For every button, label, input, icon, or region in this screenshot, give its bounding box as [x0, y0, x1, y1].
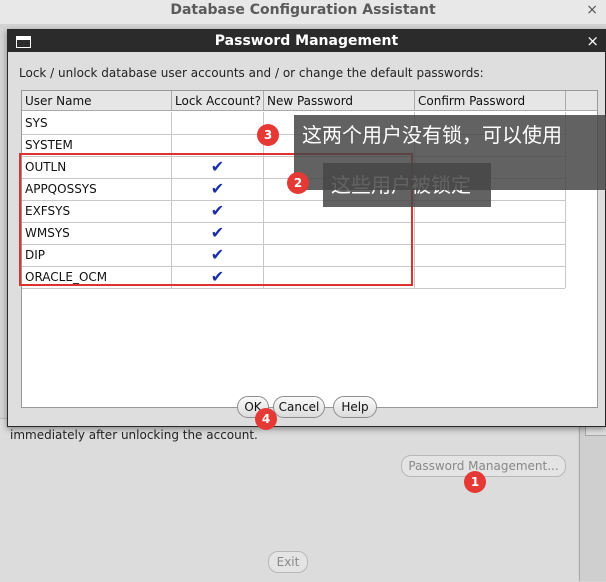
confirm-password-field[interactable]	[415, 266, 566, 288]
column-header-confirm-password[interactable]: Confirm Password	[415, 91, 566, 111]
password-management-button[interactable]: Password Management...	[401, 455, 566, 477]
column-header-new-password[interactable]: New Password	[264, 91, 415, 111]
lock-checkbox[interactable]: ✔	[172, 266, 264, 288]
user-name-cell: OUTLN	[22, 156, 172, 178]
dialog-titlebar: Password Management ×	[8, 30, 605, 52]
badge-3: 3	[257, 124, 279, 146]
password-management-dialog: Password Management × Lock / unlock data…	[7, 29, 606, 427]
new-password-field[interactable]	[264, 266, 415, 288]
user-name-cell: WMSYS	[22, 222, 172, 244]
dialog-instruction: Lock / unlock database user accounts and…	[19, 66, 484, 80]
new-password-field[interactable]	[264, 222, 415, 244]
annotation-unlocked-users: 这两个用户没有锁，可以使用	[294, 115, 606, 190]
lock-checkbox[interactable]	[172, 134, 264, 156]
lock-checkbox[interactable]: ✔	[172, 222, 264, 244]
user-name-cell: DIP	[22, 244, 172, 266]
table-row[interactable]: ORACLE_OCM ✔	[22, 266, 566, 289]
new-password-field[interactable]	[264, 244, 415, 266]
user-name-cell: SYS	[22, 112, 172, 134]
badge-4: 4	[255, 408, 277, 430]
user-name-cell: SYSTEM	[22, 134, 172, 156]
lock-checkbox[interactable]: ✔	[172, 156, 264, 178]
table-row[interactable]: WMSYS ✔	[22, 222, 566, 245]
badge-2: 2	[287, 172, 309, 194]
cancel-button[interactable]: Cancel	[273, 396, 325, 418]
badge-1: 1	[464, 471, 486, 493]
lock-checkbox[interactable]: ✔	[172, 178, 264, 200]
exit-button[interactable]: Exit	[268, 551, 308, 573]
dialog-title: Password Management	[214, 33, 399, 49]
lock-checkbox[interactable]	[172, 112, 264, 134]
table-row[interactable]: DIP ✔	[22, 244, 566, 267]
confirm-password-field[interactable]	[415, 222, 566, 244]
unlock-info-text: immediately after unlocking the account.	[10, 428, 258, 442]
column-header-lock[interactable]: Lock Account?	[172, 91, 264, 111]
user-name-cell: EXFSYS	[22, 200, 172, 222]
lock-checkbox[interactable]: ✔	[172, 244, 264, 266]
app-right-panel	[579, 418, 606, 581]
help-button[interactable]: Help	[333, 396, 377, 418]
lock-checkbox[interactable]: ✔	[172, 200, 264, 222]
user-name-cell: APPQOSSYS	[22, 178, 172, 200]
user-name-cell: ORACLE_OCM	[22, 266, 172, 288]
app-close-icon[interactable]: ×	[586, 2, 598, 18]
column-header-user[interactable]: User Name	[22, 91, 172, 111]
dialog-close-icon[interactable]: ×	[586, 32, 599, 50]
confirm-password-field[interactable]	[415, 244, 566, 266]
app-title: Database Configuration Assistant	[170, 2, 436, 18]
column-header-filler	[566, 91, 597, 111]
